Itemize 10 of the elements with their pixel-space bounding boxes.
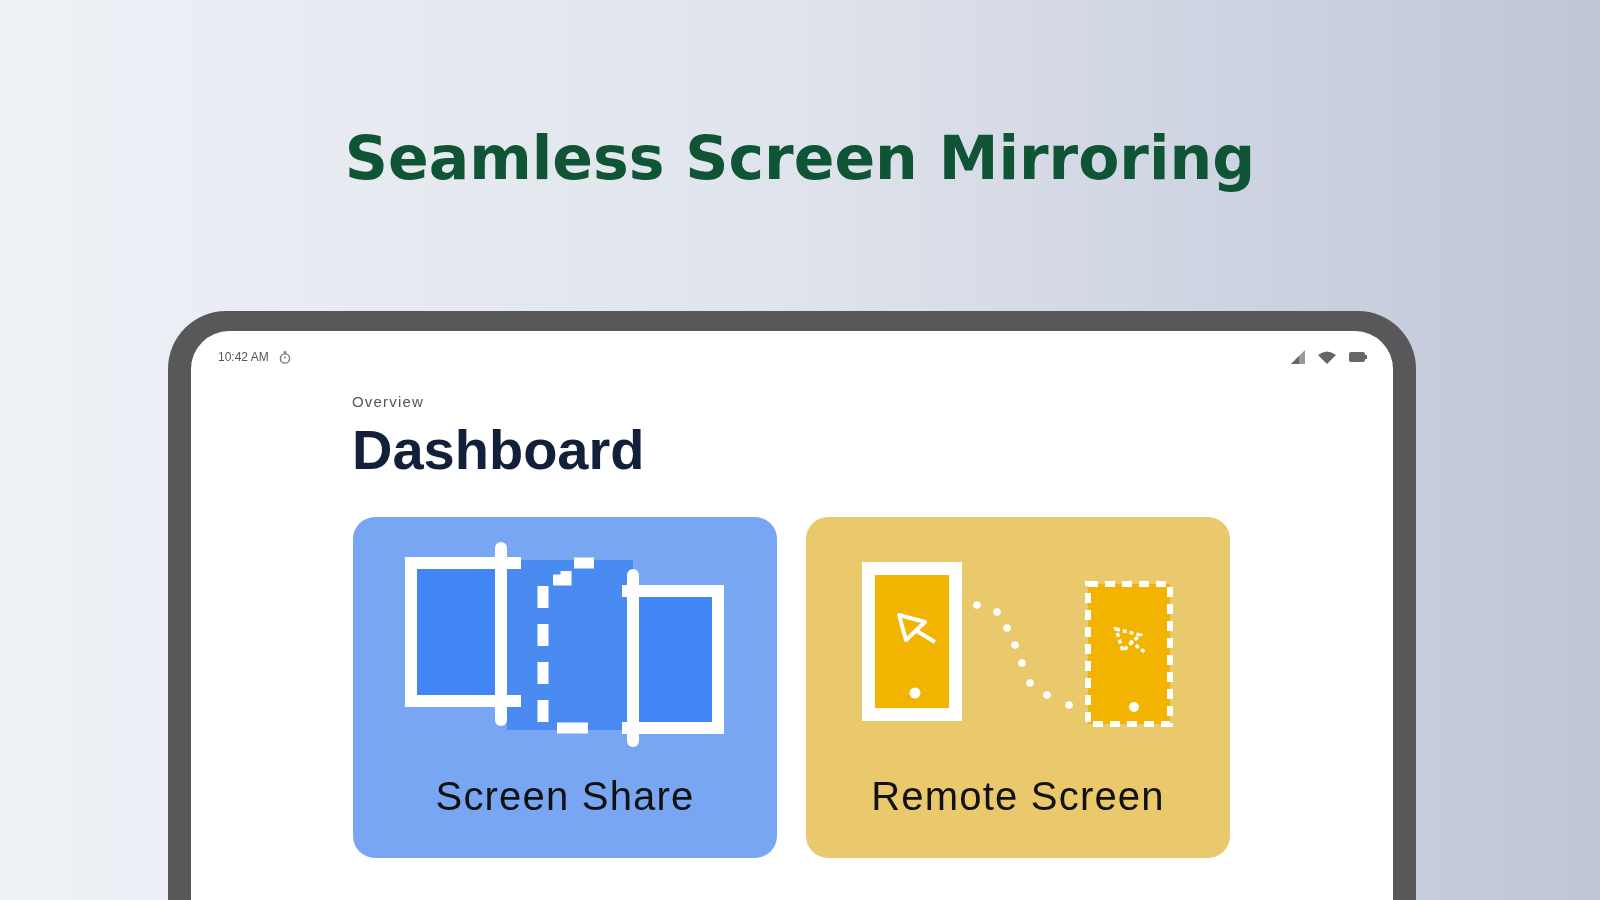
dashboard-tile[interactable]: Remote Screen <box>806 517 1230 858</box>
battery-icon <box>1349 352 1367 362</box>
wifi-icon <box>1318 350 1336 364</box>
status-time: 10:42 AM <box>218 351 269 363</box>
stopwatch-icon <box>278 350 291 364</box>
headline: Seamless Screen Mirroring <box>344 125 1256 191</box>
section-eyebrow: Overview <box>352 394 426 410</box>
screen-title: Dashboard <box>352 422 646 478</box>
dashboard-tile[interactable]: Screen Share <box>353 517 777 858</box>
signal-icon <box>1290 350 1305 364</box>
